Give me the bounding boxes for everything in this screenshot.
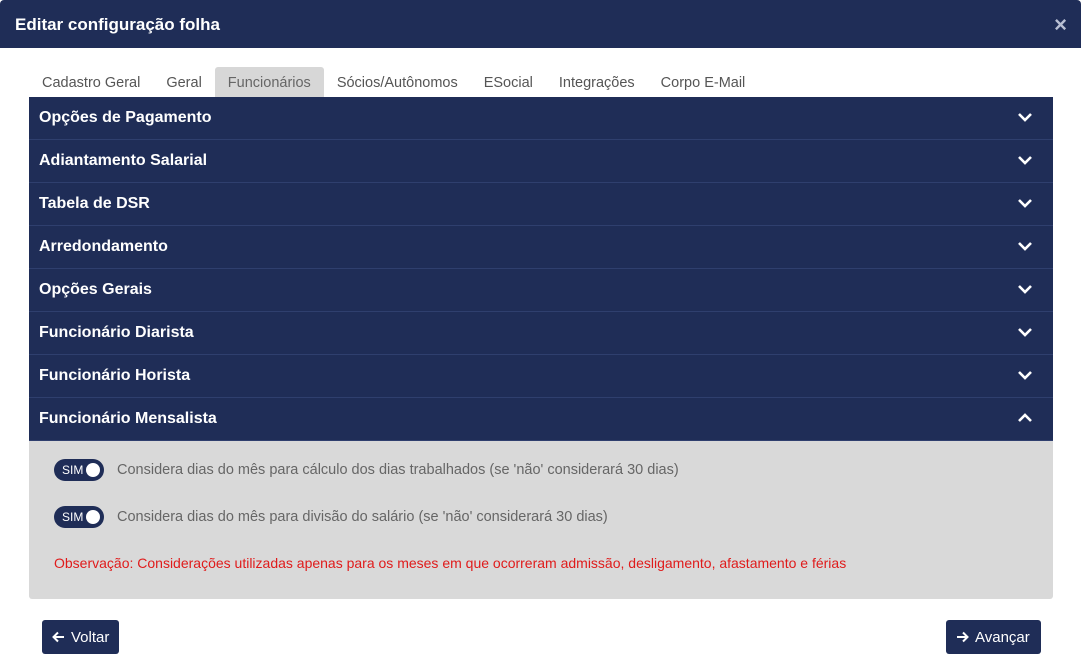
accordion-label: Arredondamento <box>39 238 168 255</box>
toggle-state-label: SIM <box>62 463 84 477</box>
tab-esocial[interactable]: ESocial <box>471 67 546 97</box>
back-button[interactable]: Voltar <box>42 620 119 654</box>
chevron-down-icon <box>1018 156 1032 165</box>
chevron-up-icon <box>1018 413 1032 422</box>
accordion-adiantamento-salarial[interactable]: Adiantamento Salarial <box>29 140 1053 183</box>
accordion-label: Adiantamento Salarial <box>39 152 208 169</box>
tab-integracoes[interactable]: Integrações <box>546 67 648 97</box>
chevron-down-icon <box>1018 328 1032 337</box>
accordion-funcionario-horista[interactable]: Funcionário Horista <box>29 355 1053 398</box>
arrow-left-icon <box>52 631 64 643</box>
accordion-panel-mensalista: SIM Considera dias do mês para cálculo d… <box>29 441 1053 599</box>
toggle-label: Considera dias do mês para cálculo dos d… <box>117 462 679 478</box>
accordion-arredondamento[interactable]: Arredondamento <box>29 226 1053 269</box>
next-button[interactable]: Avançar <box>946 620 1041 654</box>
accordion-tabela-dsr[interactable]: Tabela de DSR <box>29 183 1053 226</box>
accordion-label: Funcionário Mensalista <box>39 410 217 427</box>
accordion-label: Funcionário Horista <box>39 367 191 384</box>
accordion: Opções de Pagamento Adiantamento Salaria… <box>29 97 1053 599</box>
close-icon[interactable]: × <box>1054 14 1067 36</box>
accordion-label: Opções Gerais <box>39 281 152 298</box>
accordion-opcoes-gerais[interactable]: Opções Gerais <box>29 269 1053 312</box>
accordion-opcoes-pagamento[interactable]: Opções de Pagamento <box>29 97 1053 140</box>
tab-geral[interactable]: Geral <box>153 67 214 97</box>
toggle-row: SIM Considera dias do mês para divisão d… <box>54 506 608 528</box>
arrow-right-icon <box>957 631 969 643</box>
toggle-knob <box>86 463 100 477</box>
chevron-down-icon <box>1018 285 1032 294</box>
toggle-switch-dias-trabalhados[interactable]: SIM <box>54 459 104 481</box>
tab-bar: Cadastro Geral Geral Funcionários Sócios… <box>29 67 758 97</box>
tab-corpo-email[interactable]: Corpo E-Mail <box>648 67 759 97</box>
toggle-switch-divisao-salario[interactable]: SIM <box>54 506 104 528</box>
back-button-label: Voltar <box>71 628 110 646</box>
chevron-down-icon <box>1018 113 1032 122</box>
chevron-down-icon <box>1018 242 1032 251</box>
chevron-down-icon <box>1018 371 1032 380</box>
modal-title: Editar configuração folha <box>15 15 220 34</box>
tab-funcionarios[interactable]: Funcionários <box>214 67 324 97</box>
observation-note: Observação: Considerações utilizadas ape… <box>54 555 847 571</box>
chevron-down-icon <box>1018 199 1032 208</box>
accordion-label: Funcionário Diarista <box>39 324 194 341</box>
toggle-label: Considera dias do mês para divisão do sa… <box>117 509 608 525</box>
accordion-funcionario-diarista[interactable]: Funcionário Diarista <box>29 312 1053 355</box>
tab-socios-autonomos[interactable]: Sócios/Autônomos <box>324 67 471 97</box>
toggle-knob <box>86 510 100 524</box>
next-button-label: Avançar <box>975 628 1030 646</box>
toggle-row: SIM Considera dias do mês para cálculo d… <box>54 459 679 481</box>
accordion-label: Opções de Pagamento <box>39 109 212 126</box>
accordion-label: Tabela de DSR <box>39 195 150 212</box>
tab-cadastro-geral[interactable]: Cadastro Geral <box>29 67 153 97</box>
toggle-state-label: SIM <box>62 510 84 524</box>
modal-header: Editar configuração folha × <box>0 0 1081 48</box>
accordion-funcionario-mensalista[interactable]: Funcionário Mensalista <box>29 398 1053 441</box>
